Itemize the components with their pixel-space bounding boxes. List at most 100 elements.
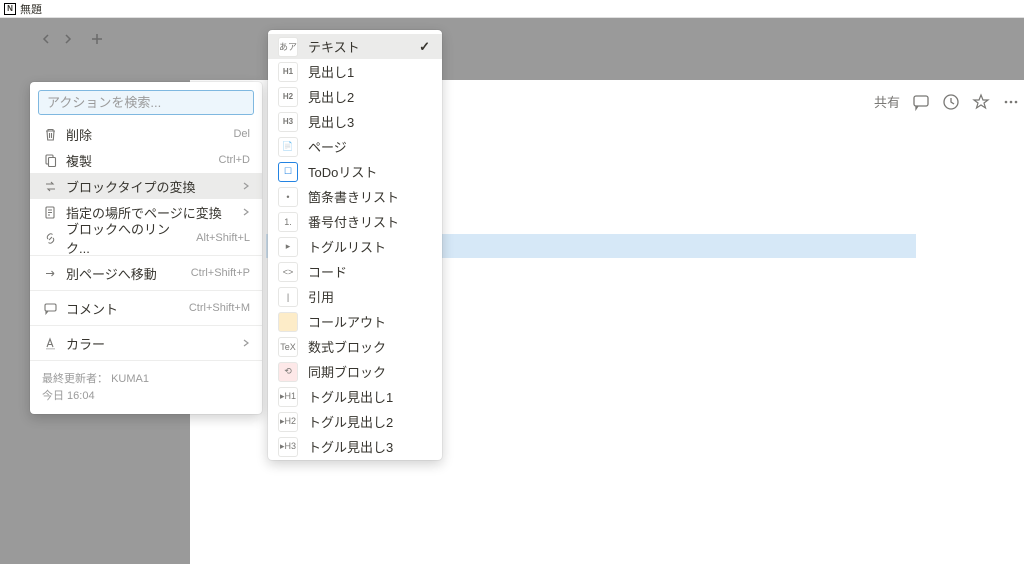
action-search-wrapper [38,90,254,115]
nav-controls [40,32,104,46]
menu-item-shortcut: Alt+Shift+L [196,232,250,244]
block-type-label: コールアウト [308,312,430,331]
window-titlebar: N 無題 [0,0,1024,18]
block-type-option[interactable]: H2 見出し2 [268,84,442,109]
menu-divider [30,360,262,361]
block-type-option[interactable]: ☐ ToDoリスト [268,159,442,184]
block-type-option[interactable]: <> コード [268,259,442,284]
block-type-option[interactable]: | 引用 [268,284,442,309]
chevron-right-icon [242,208,250,216]
menu-item-color[interactable]: カラー [30,330,262,356]
block-type-option[interactable]: ▸H2 トグル見出し2 [268,409,442,434]
menu-item-shortcut: Ctrl+Shift+M [189,302,250,314]
nav-back-icon[interactable] [40,33,52,45]
block-type-option[interactable]: あアテキスト ✓ [268,34,442,59]
block-type-icon: H2 [278,87,298,107]
block-type-label: トグル見出し1 [308,387,430,406]
menu-item-label: 削除 [66,125,225,144]
block-type-icon: H1 [278,62,298,82]
block-type-icon: TeX [278,337,298,357]
menu-item-shortcut: Ctrl+D [219,154,250,166]
comments-icon[interactable] [912,93,930,111]
block-type-label: テキスト [308,37,409,56]
block-type-option[interactable]: H3見出し3 [268,109,442,134]
block-type-icon: ▸H2 [278,412,298,432]
check-icon: ✓ [419,39,430,55]
block-type-icon: ▸ [278,237,298,257]
block-type-label: 見出し2 [308,87,430,106]
block-type-label: ToDoリスト [308,162,430,181]
menu-divider [30,290,262,291]
trash-icon [42,126,58,142]
block-type-label: 引用 [308,287,430,306]
app-icon: N [4,3,16,15]
last-edited-time: 今日 16:04 [42,388,250,405]
block-type-icon: ▸H1 [278,387,298,407]
block-type-icon: <> [278,262,298,282]
block-type-submenu: あアテキスト ✓ H1見出し1 H2 見出し2 H3見出し3 📄 ページ ☐ ToDoリスト •箇条… [268,30,442,460]
block-type-label: 同期ブロック [308,362,430,381]
menu-divider [30,325,262,326]
block-type-option[interactable]: H1見出し1 [268,59,442,84]
menu-item-label: ブロックへのリンク... [66,219,188,257]
menu-item-shortcut: Del [233,128,250,140]
menu-item-label: 別ページへ移動 [66,264,183,283]
action-search-input[interactable] [47,95,245,110]
menu-item-transform[interactable]: ブロックタイプの変換 [30,173,262,199]
block-type-option[interactable]: •箇条書きリスト [268,184,442,209]
last-edited-user: KUMA1 [111,373,149,385]
menu-item-copy[interactable]: 複製 Ctrl+D [30,147,262,173]
block-type-option[interactable]: 1. 番号付きリスト [268,209,442,234]
more-icon[interactable] [1002,93,1020,111]
link-icon [42,230,58,246]
share-button[interactable]: 共有 [874,92,900,111]
copy-icon [42,152,58,168]
menu-item-label: カラー [66,334,234,353]
page-toolbar: 共有 [874,92,1020,111]
block-type-label: 数式ブロック [308,337,430,356]
color-icon [42,335,58,351]
menu-item-trash[interactable]: 削除 Del [30,121,262,147]
block-type-option[interactable]: ▸ トグルリスト [268,234,442,259]
block-type-option[interactable]: 📄 ページ [268,134,442,159]
transform-icon [42,178,58,194]
block-type-option[interactable]: TeX 数式ブロック [268,334,442,359]
window-title: 無題 [20,1,42,17]
block-type-label: 番号付きリスト [308,212,430,231]
menu-item-label: コメント [66,299,181,318]
history-icon[interactable] [942,93,960,111]
block-type-label: トグル見出し3 [308,437,430,456]
move-icon [42,265,58,281]
block-type-label: トグル見出し2 [308,412,430,431]
menu-item-link[interactable]: ブロックへのリンク...Alt+Shift+L [30,225,262,251]
block-type-label: 箇条書きリスト [308,187,430,206]
block-type-icon: 📄 [278,137,298,157]
favorite-icon[interactable] [972,93,990,111]
block-type-option[interactable]: ▸H3 トグル見出し3 [268,434,442,459]
nav-forward-icon[interactable] [62,33,74,45]
page-arrow-icon [42,204,58,220]
block-type-icon: あア [278,37,298,57]
block-type-option[interactable]: コールアウト [268,309,442,334]
block-type-label: 見出し3 [308,112,430,131]
block-type-label: コード [308,262,430,281]
block-type-label: トグルリスト [308,237,430,256]
comment-icon [42,300,58,316]
menu-item-move[interactable]: 別ページへ移動 Ctrl+Shift+P [30,260,262,286]
block-type-option[interactable]: ▸H1 トグル見出し1 [268,384,442,409]
menu-item-comment[interactable]: コメント Ctrl+Shift+M [30,295,262,321]
block-type-icon: ☐ [278,162,298,182]
block-context-menu: 削除Del複製Ctrl+Dブロックタイプの変換指定の場所でページに変換ブロックへ… [30,82,262,414]
chevron-right-icon [242,182,250,190]
block-type-icon: 1. [278,212,298,232]
block-type-icon [278,312,298,332]
block-type-label: ページ [308,137,430,156]
new-tab-icon[interactable] [90,32,104,46]
block-type-icon: ▸H3 [278,437,298,457]
block-type-option[interactable]: ⟲同期ブロック [268,359,442,384]
menu-item-label: ブロックタイプの変換 [66,177,234,196]
chevron-right-icon [242,339,250,347]
menu-item-label: 複製 [66,151,211,170]
block-type-icon: | [278,287,298,307]
menu-item-shortcut: Ctrl+Shift+P [191,267,250,279]
